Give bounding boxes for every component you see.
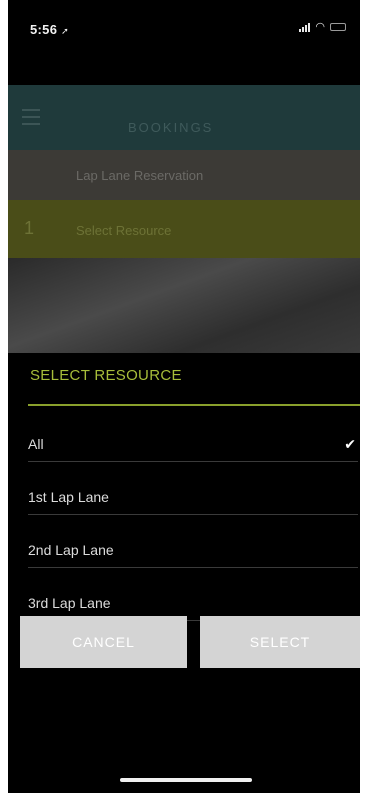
resource-option-1st-lap-lane[interactable]: 1st Lap Lane xyxy=(28,463,358,515)
reservation-type-label: Lap Lane Reservation xyxy=(76,168,204,183)
step-number: 1 xyxy=(24,218,35,238)
picker-title-divider xyxy=(28,404,360,406)
signal-icon xyxy=(299,22,311,32)
option-label: 3rd Lap Lane xyxy=(28,595,111,611)
hamburger-menu-icon[interactable] xyxy=(22,109,40,130)
select-resource-label: Select Resource xyxy=(76,223,172,238)
reservation-type-row[interactable]: Lap Lane Reservation xyxy=(8,150,360,200)
battery-icon xyxy=(330,23,346,31)
phone-screen: 5:56 ➚ ◠ BOOKINGS Lap Lane Reservation 1… xyxy=(8,0,360,793)
picker-title: SELECT RESOURCE xyxy=(30,367,182,384)
page-title: BOOKINGS xyxy=(128,120,214,135)
status-icons: ◠ xyxy=(299,21,346,33)
status-time-text: 5:56 xyxy=(30,22,58,37)
status-time: 5:56 ➚ xyxy=(30,22,69,37)
option-label: 1st Lap Lane xyxy=(28,489,109,505)
cancel-button[interactable]: CANCEL xyxy=(20,616,187,668)
resource-picker-sheet: SELECT RESOURCE All ✔ 1st Lap Lane 2nd L… xyxy=(8,353,360,793)
select-button[interactable]: SELECT xyxy=(200,616,360,668)
select-resource-row[interactable]: 1 Select Resource xyxy=(8,200,360,258)
option-label: All xyxy=(28,436,44,452)
resource-option-2nd-lap-lane[interactable]: 2nd Lap Lane xyxy=(28,516,358,568)
background-photo xyxy=(8,258,360,353)
option-label: 2nd Lap Lane xyxy=(28,542,114,558)
location-arrow-icon: ➚ xyxy=(61,26,69,36)
checkmark-icon: ✔ xyxy=(344,436,356,452)
resource-option-3rd-lap-lane[interactable]: 3rd Lap Lane xyxy=(28,569,358,621)
home-indicator[interactable] xyxy=(120,778,252,782)
status-bar: 5:56 ➚ ◠ xyxy=(8,0,360,70)
wifi-icon: ◠ xyxy=(315,21,325,33)
resource-option-all[interactable]: All ✔ xyxy=(28,410,358,462)
